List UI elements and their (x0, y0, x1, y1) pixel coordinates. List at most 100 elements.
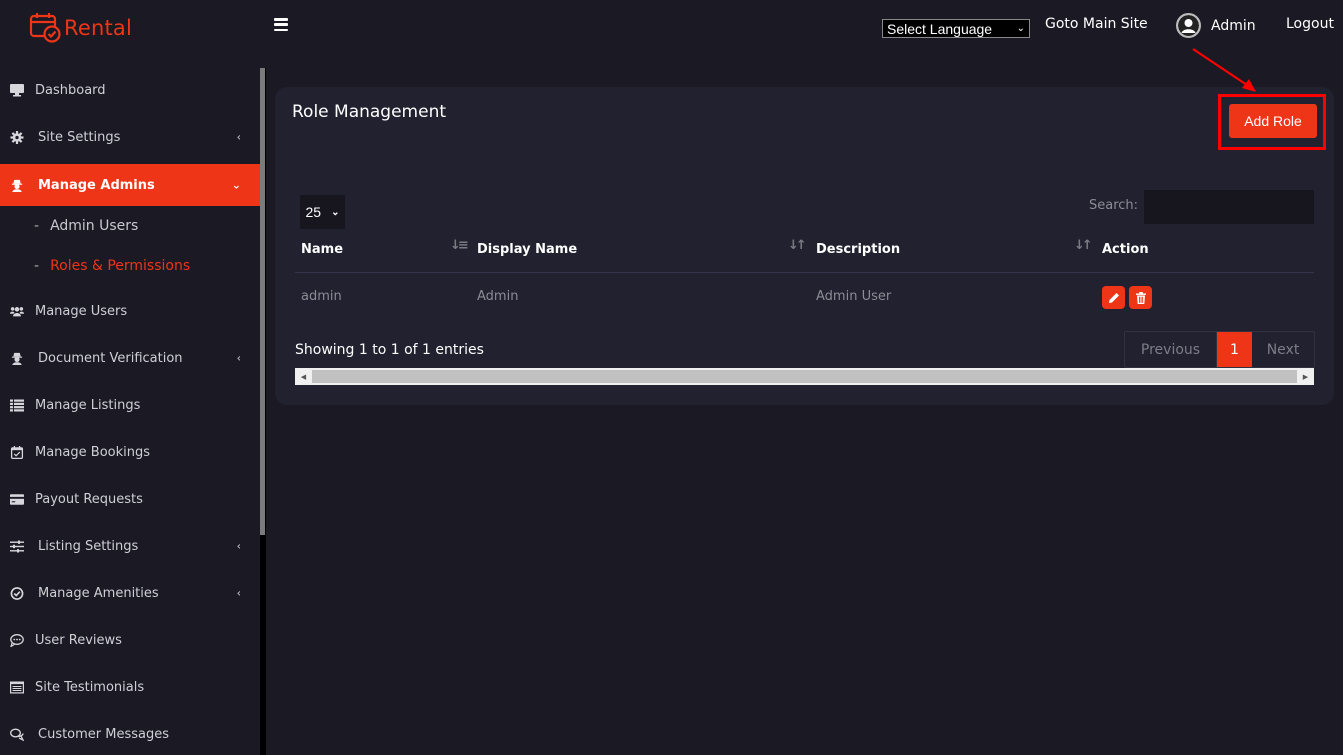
sidebar-item-label: Payout Requests (35, 491, 143, 507)
menu-toggle-icon[interactable] (274, 18, 288, 31)
search-label: Search: (1089, 198, 1139, 213)
sidebar-item-site-testimonials[interactable]: Site Testimonials (0, 666, 260, 708)
sidebar-item-label: Manage Listings (35, 397, 141, 413)
sidebar-scrollbar[interactable] (260, 68, 266, 755)
sidebar-subitem-admin-users[interactable]: - Admin Users (0, 211, 260, 241)
language-select-value: Select Language (887, 20, 993, 37)
sidebar-item-manage-users[interactable]: Manage Users (0, 290, 260, 332)
sidebar-item-manage-bookings[interactable]: Manage Bookings (0, 431, 260, 473)
annotation-arrow-icon (1192, 48, 1256, 92)
sidebar-scrollbar-thumb[interactable] (260, 68, 265, 535)
cell-name: admin (301, 289, 342, 304)
chevron-down-icon: ⌄ (1016, 23, 1025, 34)
sidebar-item-document-verification[interactable]: Document Verification ‹ (0, 337, 260, 379)
sliders-icon (9, 539, 25, 553)
pencil-icon (1108, 292, 1119, 303)
sort-both-icon[interactable]: ↓↑ (788, 238, 807, 253)
comment-dots-icon (9, 633, 25, 647)
comments-icon (9, 727, 25, 741)
sidebar-item-customer-messages[interactable]: Customer Messages (0, 713, 260, 755)
column-header-description[interactable]: Description (816, 242, 900, 257)
table-row: admin Admin Admin User (295, 273, 1314, 321)
page-1-button[interactable]: 1 (1217, 332, 1252, 367)
cell-description: Admin User (816, 289, 892, 304)
user-secret-icon (9, 351, 25, 365)
scrollbar-thumb[interactable] (312, 370, 1297, 383)
table-horizontal-scrollbar[interactable]: ◀ ▶ (295, 368, 1314, 385)
user-menu[interactable]: Admin (1176, 13, 1256, 38)
user-secret-icon (9, 178, 25, 192)
sidebar-item-label: Manage Amenities (38, 585, 159, 601)
table-info: Showing 1 to 1 of 1 entries (295, 342, 484, 358)
calendar-check-logo-icon (29, 13, 61, 43)
brand-name: Rental (64, 16, 133, 40)
language-select[interactable]: Select Language ⌄ (882, 19, 1030, 38)
sidebar-item-label: Manage Bookings (35, 444, 151, 460)
page-length-value: 25 (305, 204, 322, 220)
sidebar-item-label: User Reviews (35, 632, 122, 648)
user-name: Admin (1211, 17, 1256, 34)
cell-display-name: Admin (477, 289, 519, 304)
check-circle-icon (9, 586, 25, 600)
add-role-button[interactable]: Add Role (1229, 104, 1317, 138)
chevron-left-icon: ‹ (236, 539, 241, 553)
calendar-check-icon (9, 445, 25, 459)
edit-button[interactable] (1102, 286, 1125, 309)
sidebar-item-label: Site Testimonials (35, 679, 145, 695)
top-navbar: Rental Select Language ⌄ Goto Main Site … (0, 0, 1343, 55)
sidebar-item-label: Dashboard (35, 82, 106, 98)
search-input[interactable] (1144, 190, 1314, 224)
sidebar-item-label: Manage Users (35, 303, 128, 319)
sidebar-item-payout-requests[interactable]: Payout Requests (0, 478, 260, 520)
chevron-left-icon: ‹ (236, 130, 241, 144)
goto-main-site-link[interactable]: Goto Main Site (1045, 16, 1148, 32)
sidebar-item-manage-listings[interactable]: Manage Listings (0, 384, 260, 426)
column-header-display-name[interactable]: Display Name (477, 242, 577, 257)
sidebar-item-label: Customer Messages (38, 726, 170, 742)
sidebar-item-label: Manage Admins (38, 177, 155, 193)
role-management-card: Role Management Add Role 25 ⌄ Search: Na… (275, 87, 1334, 405)
chevron-left-icon: ‹ (236, 586, 241, 600)
pagination: Previous 1 Next (1124, 331, 1315, 368)
sidebar-item-listing-settings[interactable]: Listing Settings ‹ (0, 525, 260, 567)
list-alt-icon (9, 680, 25, 694)
highlight-box: Add Role (1218, 94, 1326, 150)
sidebar-subitem-label: Roles & Permissions (50, 258, 191, 274)
users-icon (9, 304, 25, 318)
dash-bullet: - (34, 218, 40, 234)
next-page-button[interactable]: Next (1252, 332, 1314, 367)
chevron-left-icon: ‹ (236, 351, 241, 365)
sidebar-item-label: Site Settings (38, 129, 121, 145)
scroll-left-icon[interactable]: ◀ (295, 368, 312, 385)
sort-desc-icon[interactable]: ↓≡ (450, 238, 469, 253)
logout-link[interactable]: Logout (1286, 16, 1334, 32)
column-header-action: Action (1102, 242, 1149, 257)
roles-table: Name ↓≡ Display Name ↓↑ Description ↓↑ A… (295, 234, 1314, 321)
sidebar-subitem-label: Admin Users (50, 218, 139, 234)
sidebar-item-label: Document Verification (38, 350, 183, 366)
previous-page-button[interactable]: Previous (1125, 332, 1217, 367)
list-icon (9, 398, 25, 412)
scroll-right-icon[interactable]: ▶ (1297, 368, 1314, 385)
sidebar: Dashboard Site Settings ‹ Manage Admins … (0, 68, 260, 755)
sidebar-item-site-settings[interactable]: Site Settings ‹ (0, 116, 260, 158)
sidebar-item-label: Listing Settings (38, 538, 139, 554)
gear-icon (9, 130, 25, 144)
sidebar-item-user-reviews[interactable]: User Reviews (0, 619, 260, 661)
sidebar-item-manage-amenities[interactable]: Manage Amenities ‹ (0, 572, 260, 614)
sidebar-item-manage-admins[interactable]: Manage Admins ⌄ (0, 164, 260, 206)
credit-card-icon (9, 492, 25, 506)
table-header: Name ↓≡ Display Name ↓↑ Description ↓↑ A… (295, 234, 1314, 273)
dash-bullet: - (34, 258, 40, 274)
sidebar-subitem-roles-permissions[interactable]: - Roles & Permissions (0, 251, 260, 281)
sidebar-item-dashboard[interactable]: Dashboard (0, 69, 260, 111)
page-length-select[interactable]: 25 ⌄ (300, 195, 345, 229)
brand-logo[interactable]: Rental (29, 11, 132, 43)
chevron-down-icon: ⌄ (231, 178, 241, 192)
page-title: Role Management (292, 102, 447, 122)
delete-button[interactable] (1129, 286, 1152, 309)
column-header-name[interactable]: Name (301, 242, 343, 257)
chevron-down-icon: ⌄ (331, 206, 340, 218)
avatar (1176, 13, 1201, 38)
sort-both-icon[interactable]: ↓↑ (1074, 238, 1093, 253)
